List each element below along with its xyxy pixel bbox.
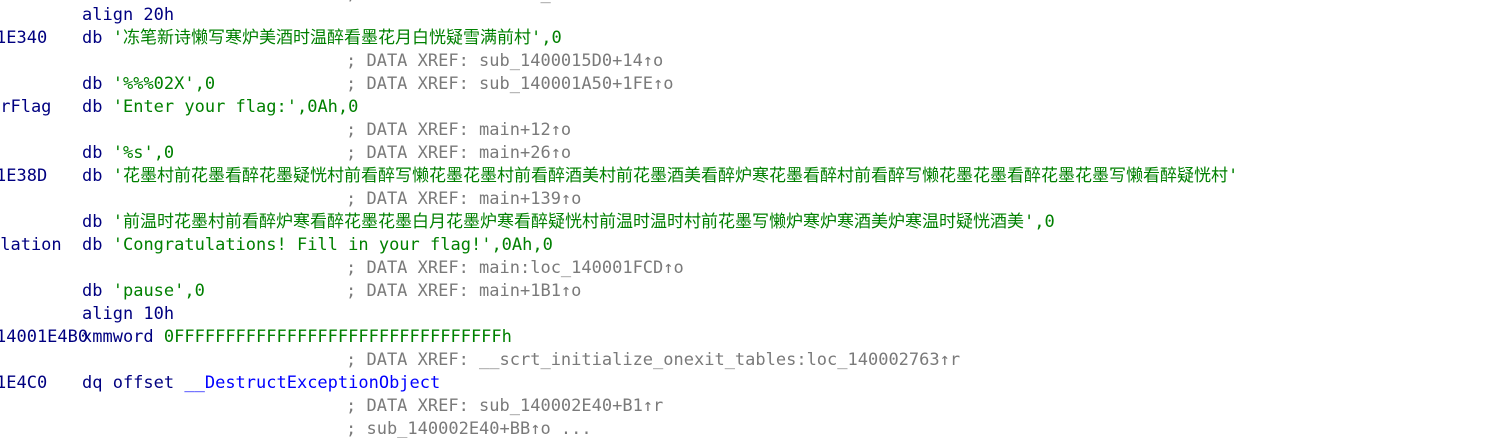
operand-tail: ,0: [194, 74, 216, 94]
string-literal[interactable]: '花墨村前花墨看醉花墨疑恍村前看醉写懒花墨花墨村前看醉酒美村前花墨酒美看醉炉寒花…: [113, 166, 1238, 186]
mnemonic: db: [82, 166, 103, 186]
mnemonic: db: [82, 28, 103, 48]
xref-comment[interactable]: ; DATA XREF: sub_1400015D0+14↑o: [346, 50, 663, 73]
operand-tail: ,0Ah,0: [491, 235, 553, 255]
operand-tail: ,0: [541, 28, 562, 48]
string-literal[interactable]: 'Congratulations! Fill in your flag!': [113, 235, 492, 255]
xref-comment[interactable]: ; DATA XREF: main+139↑o: [346, 188, 581, 211]
string-literal[interactable]: 'Enter your flag:': [113, 97, 297, 117]
operand-tail: ,0Ah,0: [296, 97, 359, 117]
string-literal[interactable]: '%s': [113, 143, 154, 163]
line-instruction: db '%%%02X',0: [82, 73, 215, 96]
string-literal[interactable]: 'pause': [113, 281, 185, 301]
line-label[interactable]: ulation: [0, 234, 62, 257]
mnemonic: dq offset: [82, 373, 175, 393]
string-literal[interactable]: '前温时花墨村前看醉炉寒看醉花墨花墨白月花墨炉寒看醉疑恍村前温时温时村前花墨写懒…: [113, 212, 1034, 232]
line-label[interactable]: 14001E4B0: [0, 326, 88, 349]
disassembly-view[interactable]: ; _ align 20h 1E340 db '冻笔新诗懒写寒炉美酒时温醉看墨花月白…: [0, 0, 1487, 438]
mnemonic: db: [82, 74, 103, 94]
line-instruction: db '冻笔新诗懒写寒炉美酒时温醉看墨花月白恍疑雪满前村',0: [82, 27, 562, 50]
xref-comment[interactable]: ; DATA XREF: main+26↑o: [346, 142, 571, 165]
line-instruction: db 'Congratulations! Fill in your flag!'…: [82, 234, 553, 257]
operand-tail: ,0: [153, 143, 175, 163]
line-instruction: db '花墨村前花墨看醉花墨疑恍村前看醉写懒花墨花墨村前看醉酒美村前花墨酒美看醉…: [82, 165, 1238, 188]
mnemonic: db: [82, 212, 103, 232]
mnemonic: db: [82, 235, 103, 255]
line-instruction: dq offset __DestructExceptionObject: [82, 372, 440, 395]
string-literal[interactable]: '%%%02X': [113, 74, 195, 94]
partial-xref-line: ; _: [346, 0, 551, 6]
xref-comment[interactable]: ; DATA XREF: main+1B1↑o: [346, 280, 581, 303]
line-instruction: align 20h: [82, 5, 175, 25]
line-instruction: db '%s',0: [82, 142, 174, 165]
line-instruction: db 'Enter your flag:',0Ah,0: [82, 96, 358, 119]
line-label[interactable]: 1E340: [0, 27, 47, 50]
xref-comment[interactable]: ; sub_140002E40+BB↑o ...: [346, 418, 592, 438]
line-label[interactable]: 1E4C0: [0, 372, 47, 395]
line-instruction: xmmword 0FFFFFFFFFFFFFFFFFFFFFFFFFFFFFFF…: [82, 326, 512, 349]
mnemonic: db: [82, 143, 103, 163]
line-label[interactable]: urFlag: [0, 96, 51, 119]
xref-comment[interactable]: ; DATA XREF: main:loc_140001FCD↑o: [346, 257, 684, 280]
numeric-operand: 0FFFFFFFFFFFFFFFFFFFFFFFFFFFFFFFFh: [163, 327, 512, 347]
mnemonic: xmmword: [82, 327, 154, 347]
mnemonic: db: [82, 281, 103, 301]
symbol-reference[interactable]: __DestructExceptionObject: [184, 373, 440, 393]
operand-tail: ,0: [1034, 212, 1055, 232]
string-literal[interactable]: '冻笔新诗懒写寒炉美酒时温醉看墨花月白恍疑雪满前村': [113, 28, 541, 48]
line-instruction: align 10h: [82, 304, 175, 324]
xref-comment[interactable]: ; DATA XREF: sub_140001A50+1FE↑o: [346, 73, 674, 96]
xref-comment[interactable]: ; DATA XREF: __scrt_initialize_onexit_ta…: [346, 349, 960, 372]
mnemonic: db: [82, 97, 103, 117]
xref-comment[interactable]: ; DATA XREF: main+12↑o: [346, 119, 571, 142]
line-label[interactable]: 1E38D: [0, 165, 47, 188]
operand-tail: ,0: [184, 281, 205, 301]
line-instruction: db '前温时花墨村前看醉炉寒看醉花墨花墨白月花墨炉寒看醉疑恍村前温时温时村前花…: [82, 211, 1055, 234]
line-instruction: db 'pause',0: [82, 280, 205, 303]
xref-comment[interactable]: ; DATA XREF: sub_140002E40+B1↑r: [346, 395, 663, 418]
